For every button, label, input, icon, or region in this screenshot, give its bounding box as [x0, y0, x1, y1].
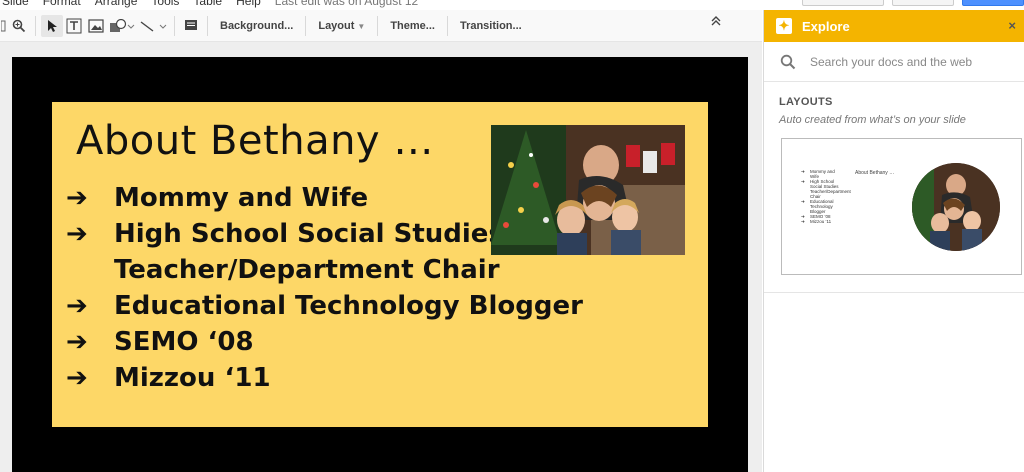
- thumbnail-bullet: ➔ High School Social Studies Teacher/Depa…: [801, 179, 851, 199]
- collapse-toolbar-icon[interactable]: [710, 15, 722, 30]
- toolbar-divider: [377, 15, 379, 36]
- bullet-text: Educational Technology Blogger: [114, 291, 583, 321]
- image-icon[interactable]: [85, 15, 107, 37]
- explore-title: Explore: [802, 18, 850, 34]
- arrow-icon: ➔: [801, 219, 805, 224]
- explore-icon: ✦: [776, 18, 792, 34]
- zoom-icon[interactable]: [8, 15, 30, 37]
- header-buttons: [802, 0, 1024, 6]
- toolbar-divider: [305, 15, 307, 36]
- arrow-icon: ➔: [801, 169, 805, 174]
- chevron-down-icon: ▼: [357, 21, 366, 31]
- thumbnail-bullet: ➔ Educational Technology Blogger: [801, 199, 834, 214]
- bullet-text: Teacher/Department Chair: [114, 255, 500, 285]
- arrow-icon: ➔: [66, 183, 88, 213]
- menu-bar: Slide Format Arrange Tools Table Help La…: [0, 0, 760, 8]
- layout-suggestion-thumbnail[interactable]: ➔ Mommy and Wife ➔ High School Social Stud…: [781, 138, 1022, 275]
- bullet-item: ➔ SEMO ‘08: [66, 324, 583, 360]
- explore-header: ✦ Explore ×: [764, 10, 1024, 42]
- arrow-icon: ➔: [66, 219, 88, 249]
- slide[interactable]: About Bethany … ➔ Mommy and Wife ➔ High Sc…: [12, 57, 748, 472]
- explore-panel: ✦ Explore × LAYOUTS Auto created from wh…: [763, 10, 1024, 472]
- explore-search: [764, 42, 1024, 82]
- line-icon[interactable]: [137, 15, 169, 37]
- shape-icon[interactable]: [107, 15, 137, 37]
- menu-slide[interactable]: Slide: [2, 0, 29, 8]
- slide-content-card[interactable]: About Bethany … ➔ Mommy and Wife ➔ High Sc…: [52, 102, 708, 427]
- bullet-text: SEMO ‘08: [114, 327, 254, 357]
- toolbar-divider: [174, 15, 175, 36]
- panel-divider: [764, 292, 1024, 293]
- close-icon[interactable]: ×: [1008, 18, 1016, 33]
- theme-button[interactable]: Theme...: [383, 20, 442, 32]
- menu-arrange[interactable]: Arrange: [95, 0, 138, 8]
- bullet-indent: [66, 252, 114, 288]
- bullet-item: Teacher/Department Chair: [66, 252, 583, 288]
- bullet-text: Mommy and Wife: [114, 183, 369, 213]
- slide-title[interactable]: About Bethany …: [76, 118, 434, 164]
- share-button[interactable]: [962, 0, 1024, 6]
- toolbar-divider: [446, 15, 448, 36]
- select-cursor-icon[interactable]: [41, 14, 63, 37]
- family-photo[interactable]: [491, 125, 685, 255]
- toolbar-divider: [35, 15, 36, 36]
- panel-toggle-icon[interactable]: [0, 15, 8, 37]
- present-button[interactable]: [802, 0, 884, 6]
- bullet-text: Mizzou ‘11: [114, 363, 271, 393]
- bullet-text: High School Social Studies: [114, 219, 504, 249]
- text-box-icon[interactable]: [63, 15, 85, 37]
- comments-button[interactable]: [892, 0, 954, 6]
- toolbar-divider: [207, 15, 208, 36]
- toolbar: Background... Layout ▼ Theme... Transitio…: [0, 10, 762, 42]
- explore-search-input[interactable]: [810, 54, 1010, 69]
- menu-table[interactable]: Table: [193, 0, 222, 8]
- thumbnail-bullets: ➔ Mommy and Wife ➔ High School Social Stud…: [801, 169, 851, 224]
- menu-format[interactable]: Format: [43, 0, 81, 8]
- bullet-item: ➔ Mizzou ‘11: [66, 360, 583, 396]
- layouts-subtitle: Auto created from what’s on your slide: [779, 114, 966, 126]
- arrow-icon: ➔: [801, 179, 805, 184]
- arrow-icon: ➔: [66, 291, 88, 321]
- thumbnail-title: About Bethany …: [855, 170, 895, 176]
- menu-help[interactable]: Help: [236, 0, 261, 8]
- arrow-icon: ➔: [66, 327, 88, 357]
- layout-label: Layout: [318, 19, 355, 32]
- background-button[interactable]: Background...: [213, 20, 300, 32]
- layout-button[interactable]: Layout ▼: [311, 20, 372, 32]
- comment-icon[interactable]: [180, 15, 202, 37]
- last-edit-link[interactable]: Last edit was on August 12: [275, 0, 418, 8]
- arrow-icon: ➔: [801, 199, 805, 204]
- transition-button[interactable]: Transition...: [453, 20, 529, 32]
- bullet-item: ➔ Educational Technology Blogger: [66, 288, 583, 324]
- slides-editor: Slide Format Arrange Tools Table Help La…: [0, 0, 1024, 472]
- editor-canvas: About Bethany … ➔ Mommy and Wife ➔ High Sc…: [0, 42, 762, 472]
- thumbnail-photo: [912, 163, 1000, 251]
- layouts-heading: LAYOUTS: [779, 96, 833, 108]
- search-icon[interactable]: [780, 54, 796, 70]
- menu-tools[interactable]: Tools: [151, 0, 179, 8]
- thumbnail-bullet: ➔ Mizzou ‘11: [801, 219, 832, 224]
- thumbnail-bullet: ➔ Mommy and Wife: [801, 169, 835, 179]
- arrow-icon: ➔: [66, 363, 88, 393]
